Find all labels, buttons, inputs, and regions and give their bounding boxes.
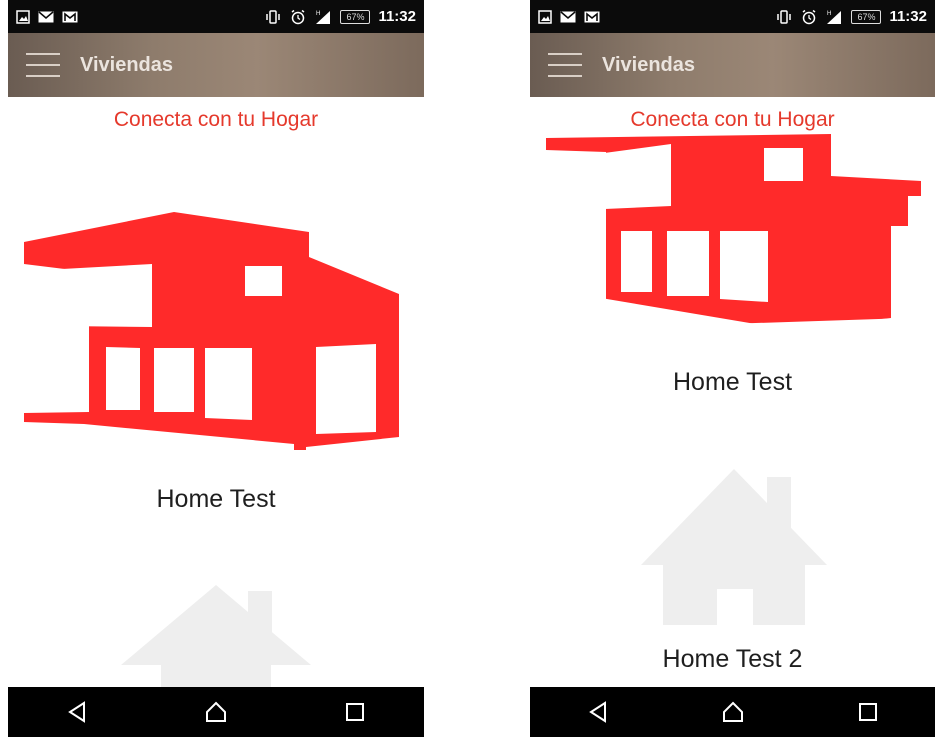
page-subtitle: Conecta con tu Hogar bbox=[630, 108, 835, 131]
hamburger-menu-icon[interactable] bbox=[548, 53, 582, 77]
alarm-icon bbox=[290, 9, 306, 25]
email-icon bbox=[38, 10, 54, 23]
phone-screen-right: H 67% 11:32 Viviendas Conecta con tu Hog… bbox=[530, 0, 935, 737]
signal-icon: H bbox=[314, 9, 332, 25]
app-title: Viviendas bbox=[80, 53, 174, 76]
house-placeholder-icon[interactable] bbox=[641, 469, 827, 625]
gmail-icon bbox=[584, 11, 600, 23]
navigation-bar bbox=[8, 687, 424, 737]
gmail-icon bbox=[62, 11, 78, 23]
svg-text:H: H bbox=[827, 11, 831, 17]
svg-text:H: H bbox=[316, 11, 320, 17]
battery-indicator: 67% bbox=[851, 9, 882, 24]
vibrate-icon bbox=[775, 9, 793, 24]
battery-indicator: 67% bbox=[340, 9, 371, 24]
alarm-icon bbox=[801, 9, 817, 25]
status-bar: H 67% 11:32 bbox=[8, 0, 424, 33]
signal-icon: H bbox=[825, 9, 843, 25]
hamburger-menu-icon[interactable] bbox=[26, 53, 60, 77]
home-name-label[interactable]: Home Test bbox=[530, 368, 935, 397]
app-bar: Viviendas bbox=[530, 33, 935, 97]
house-placeholder-icon[interactable] bbox=[121, 585, 311, 695]
home-icon[interactable] bbox=[703, 690, 763, 734]
phone-screen-left: H 67% 11:32 Viviendas Conecta con tu Hog… bbox=[8, 0, 424, 737]
page-subtitle: Conecta con tu Hogar bbox=[113, 108, 319, 131]
home-name-label[interactable]: Home Test 2 bbox=[530, 645, 935, 674]
home-name-label[interactable]: Home Test bbox=[8, 485, 424, 514]
image-icon bbox=[538, 9, 552, 24]
recents-icon[interactable] bbox=[325, 690, 385, 734]
back-icon[interactable] bbox=[47, 690, 107, 734]
status-time: 11:32 bbox=[889, 8, 927, 25]
home-icon[interactable] bbox=[186, 690, 246, 734]
vibrate-icon bbox=[264, 9, 282, 24]
image-icon bbox=[16, 9, 30, 24]
modern-house-icon[interactable] bbox=[24, 212, 402, 450]
back-icon[interactable] bbox=[568, 690, 628, 734]
app-bar: Viviendas bbox=[8, 33, 424, 97]
modern-house-icon[interactable] bbox=[546, 134, 924, 330]
status-bar: H 67% 11:32 bbox=[530, 0, 935, 33]
app-title: Viviendas bbox=[602, 53, 696, 76]
status-time: 11:32 bbox=[378, 8, 416, 25]
navigation-bar bbox=[530, 687, 935, 737]
recents-icon[interactable] bbox=[838, 690, 898, 734]
email-icon bbox=[560, 10, 576, 23]
